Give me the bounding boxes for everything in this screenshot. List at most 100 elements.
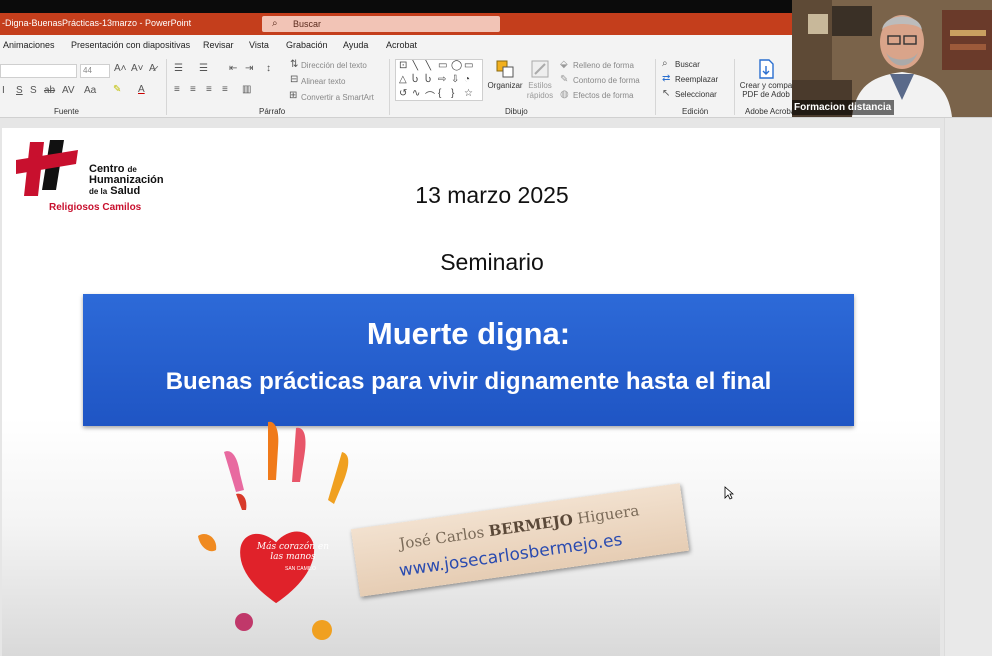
align-text-button[interactable]: Alinear texto — [301, 77, 345, 86]
shadow-icon[interactable]: S — [30, 85, 37, 96]
connector-shape-icon[interactable]: Ⴑ — [412, 74, 418, 85]
italic-icon[interactable]: I — [2, 85, 5, 96]
tab-acrobat[interactable]: Acrobat — [386, 40, 417, 50]
replace-icon: ⇄ — [662, 73, 671, 84]
fill-icon: ⬙ — [560, 59, 568, 70]
brace-left-shape-icon[interactable]: { — [438, 88, 441, 99]
rectangle-shape-icon[interactable]: ▭ — [438, 60, 447, 71]
arrange-button[interactable]: Organizar — [486, 59, 524, 90]
triangle-shape-icon[interactable]: △ — [399, 74, 407, 85]
slide-date: 13 marzo 2025 — [415, 182, 569, 208]
separator — [166, 59, 167, 115]
slide-title: Muerte digna: — [366, 316, 571, 351]
increase-indent-icon[interactable]: ⇥ — [245, 63, 253, 74]
hand-heart-illustration — [198, 421, 349, 640]
columns-icon[interactable]: ▥ — [242, 84, 251, 95]
underline-icon[interactable]: S — [16, 85, 23, 96]
separator — [655, 59, 656, 115]
font-color-icon[interactable]: A — [138, 84, 145, 95]
tab-recording[interactable]: Grabación — [286, 40, 328, 50]
separator — [389, 59, 390, 115]
callout-shape-icon[interactable]: ◔ — [464, 74, 470, 85]
quick-styles-button[interactable]: Estilos rápidos — [522, 59, 558, 101]
create-pdf-label-line2: PDF de Adob — [742, 90, 790, 99]
slide-tagline: Buenas prácticas para vivir dignamente h… — [165, 368, 772, 395]
font-name-box[interactable] — [0, 64, 77, 78]
strikethrough-icon[interactable]: ab — [44, 85, 55, 96]
create-pdf-button[interactable]: Crear y compa PDF de Adob — [738, 59, 794, 99]
arrow-right-shape-icon[interactable]: ⇨ — [438, 74, 446, 85]
heart-caption: Más corazón en las manos — [256, 542, 330, 562]
char-spacing-icon[interactable]: AV — [62, 85, 75, 96]
line-spacing-icon[interactable]: ↕ — [266, 63, 271, 74]
align-left-icon[interactable]: ≡ — [174, 84, 180, 95]
find-button[interactable]: Buscar — [675, 60, 700, 69]
curve-shape-icon[interactable]: ∿ — [412, 88, 420, 99]
document-title: -Digna-BuenasPrácticas-13marzo - PowerPo… — [2, 18, 192, 28]
rectangle-shape-icon[interactable]: ▭ — [464, 60, 473, 71]
tab-animations[interactable]: Animaciones — [3, 40, 55, 50]
star-shape-icon[interactable]: ☆ — [464, 88, 473, 99]
change-case-icon[interactable]: Aa — [84, 85, 96, 96]
decrease-indent-icon[interactable]: ⇤ — [229, 63, 237, 74]
tab-help[interactable]: Ayuda — [343, 40, 368, 50]
shapes-gallery[interactable]: ⊡ ╲ ╲ ▭ ◯ ▭ △ Ⴑ Ⴑ ⇨ ⇩ ◔ ↺ ∿ ⌒ { } ☆ — [395, 59, 483, 101]
select-button[interactable]: Seleccionar — [675, 90, 717, 99]
editing-group-label: Edición — [682, 107, 709, 116]
line-shape-icon[interactable]: ╲ — [425, 60, 431, 71]
arrow-down-shape-icon[interactable]: ⇩ — [451, 74, 459, 85]
tab-view[interactable]: Vista — [249, 40, 269, 50]
separator — [734, 59, 735, 115]
shape-outline-button[interactable]: Contorno de forma — [573, 76, 640, 85]
textbox-shape-icon[interactable]: ⊡ — [399, 60, 407, 71]
shape-fill-button[interactable]: Relleno de forma — [573, 61, 634, 70]
vertical-scrollbar[interactable] — [944, 118, 992, 656]
search-icon: ⌕ — [272, 18, 278, 29]
create-pdf-label: Crear y compa — [739, 81, 793, 90]
font-size-box[interactable]: 44 — [80, 64, 110, 78]
clear-format-icon[interactable]: A̷ — [149, 63, 156, 74]
align-right-icon[interactable]: ≡ — [206, 84, 212, 95]
brace-right-shape-icon[interactable]: } — [451, 88, 454, 99]
arc-shape-icon[interactable]: ⌒ — [425, 88, 435, 100]
author-last: Higuera — [576, 501, 641, 528]
author-first: José Carlos — [398, 523, 486, 553]
align-center-icon[interactable]: ≡ — [190, 84, 196, 95]
line-shape-icon[interactable]: ╲ — [412, 60, 418, 71]
grow-font-icon[interactable]: A˄ — [114, 63, 127, 74]
arrange-label: Organizar — [487, 81, 523, 90]
tab-slideshow[interactable]: Presentación con diapositivas — [71, 40, 190, 50]
bullets-icon[interactable]: ☰ — [174, 63, 183, 74]
slide-canvas[interactable]: Centro de Humanización de la Salud Relig… — [2, 128, 940, 656]
webcam-label: Formacion distancia — [792, 100, 894, 115]
powerpoint-window: -Digna-BuenasPrácticas-13marzo - PowerPo… — [0, 0, 992, 656]
justify-icon[interactable]: ≡ — [222, 84, 228, 95]
search-box[interactable]: ⌕ Buscar — [262, 16, 500, 32]
slide-editing-area: Centro de Humanización de la Salud Relig… — [0, 118, 992, 656]
align-text-icon: ⊟ — [290, 74, 299, 85]
numbering-icon[interactable]: ☰ — [199, 63, 208, 74]
author-card: José Carlos BERMEJO Higuera www.josecarl… — [350, 483, 690, 597]
effects-icon: ◍ — [560, 89, 569, 100]
webcam-video: Formacion distancia — [792, 0, 992, 117]
tab-review[interactable]: Revisar — [203, 40, 234, 50]
adobe-group-label: Adobe Acroba — [745, 107, 796, 116]
replace-button[interactable]: Reemplazar — [675, 75, 718, 84]
shape-effects-button[interactable]: Efectos de forma — [573, 91, 633, 100]
heart-signature: SAN CAMILO — [285, 566, 316, 572]
shrink-font-icon[interactable]: A˅ — [131, 63, 144, 74]
find-icon: ⌕ — [662, 58, 668, 69]
connector-shape-icon[interactable]: Ⴑ — [425, 74, 431, 85]
logo-de: de — [127, 165, 137, 174]
font-group-label: Fuente — [54, 107, 79, 116]
highlight-icon[interactable]: ✎ — [113, 84, 121, 95]
text-direction-button[interactable]: Dirección del texto — [301, 61, 367, 70]
quick-styles-label: Estilos rápidos — [526, 81, 554, 100]
author-bold: BERMEJO — [487, 510, 574, 541]
curve-shape-icon[interactable]: ↺ — [399, 88, 407, 99]
text-direction-icon: ⇅ — [290, 59, 299, 70]
convert-smartart-button[interactable]: Convertir a SmartArt — [301, 93, 374, 102]
mouse-cursor-icon — [724, 486, 734, 500]
font-size-value: 44 — [83, 66, 92, 75]
oval-shape-icon[interactable]: ◯ — [451, 60, 462, 71]
